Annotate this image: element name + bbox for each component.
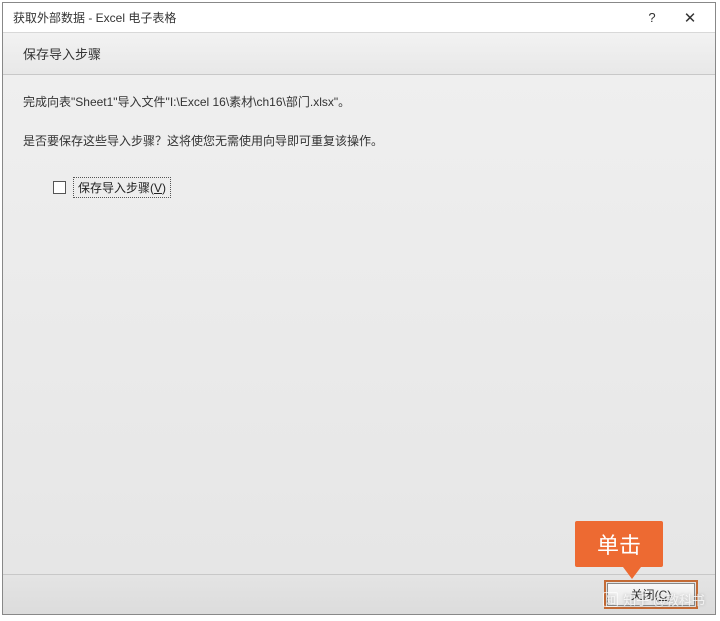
close-window-button[interactable]: ✕ [671, 4, 709, 32]
callout-label: 单击 [575, 521, 663, 567]
titlebar: 获取外部数据 - Excel 电子表格 ? ✕ [3, 3, 715, 33]
info-line-2: 是否要保存这些导入步骤？这将使您无需使用向导即可重复该操作。 [23, 132, 695, 149]
header-title: 保存导入步骤 [23, 44, 101, 63]
help-button[interactable]: ? [633, 4, 671, 32]
callout-arrow-icon [623, 567, 641, 579]
annotation-callout: 单击 [575, 521, 663, 579]
checkbox-icon[interactable] [53, 181, 66, 194]
dialog-body: 完成向表"Sheet1"导入文件"I:\Excel 16\素材\ch16\部门.… [3, 75, 715, 574]
checkbox-label: 保存导入步骤(V) [73, 177, 171, 198]
footer-band: 单击 关闭(C) 知 知乎 @教科书 [3, 574, 715, 614]
save-steps-checkbox-row[interactable]: 保存导入步骤(V) [53, 177, 695, 198]
header-band: 保存导入步骤 [3, 33, 715, 75]
titlebar-title: 获取外部数据 - Excel 电子表格 [13, 9, 633, 26]
dialog-window: 获取外部数据 - Excel 电子表格 ? ✕ 保存导入步骤 完成向表"Shee… [2, 2, 716, 615]
info-line-1: 完成向表"Sheet1"导入文件"I:\Excel 16\素材\ch16\部门.… [23, 93, 695, 110]
zhihu-logo-icon: 知 [603, 592, 618, 607]
watermark-text: 知乎 @教科书 [623, 590, 705, 609]
watermark: 知 知乎 @教科书 [603, 590, 705, 609]
